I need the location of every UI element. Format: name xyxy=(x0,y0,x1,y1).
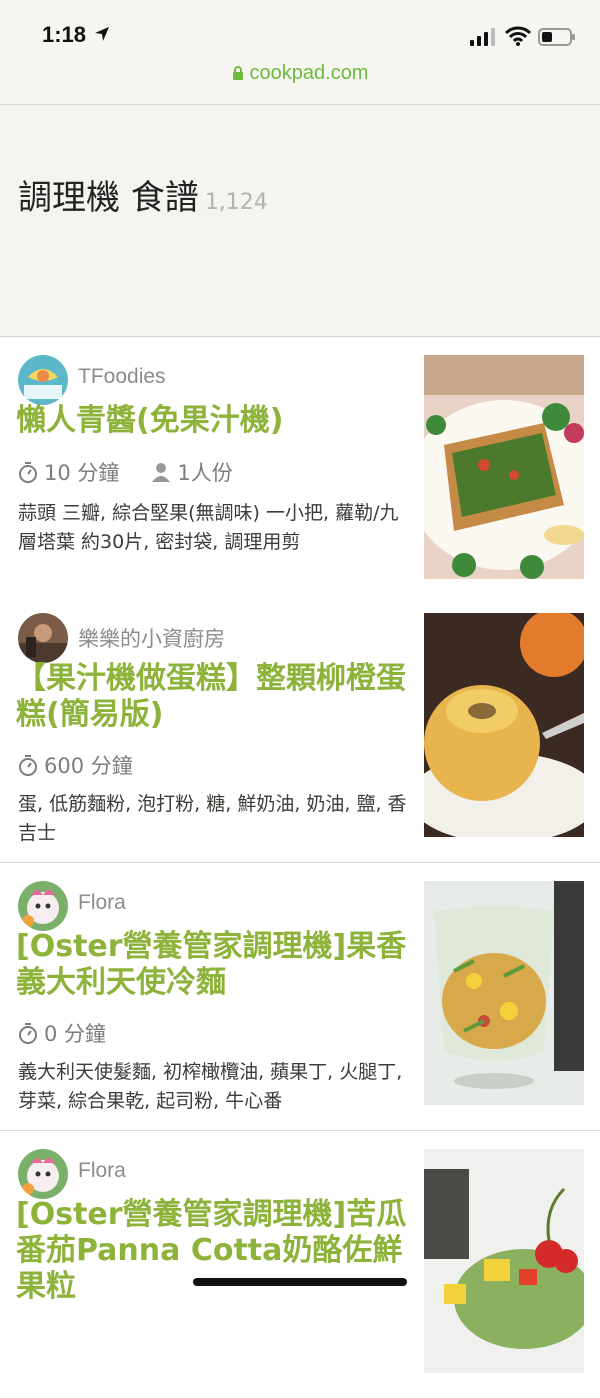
cook-time: 600 分鐘 xyxy=(18,750,133,780)
ingredients-preview: 蒜頭 三瓣, 綜合堅果(無調味) 一小把, 蘿勒/九層塔葉 約30片, 密封袋,… xyxy=(18,502,399,553)
address-bar[interactable]: cookpad.com xyxy=(0,62,600,85)
page-header xyxy=(0,105,600,337)
author-photo-icon xyxy=(18,613,68,663)
author-name[interactable]: Flora xyxy=(78,891,126,915)
author-avatar[interactable] xyxy=(18,613,68,663)
recipe-title[interactable]: 懶人青醬(免果汁機) xyxy=(16,403,408,439)
url-text: cookpad.com xyxy=(249,62,369,84)
orange-bundt-cake-image xyxy=(424,613,584,837)
pasta-glass-image xyxy=(424,881,584,1105)
stopwatch-icon xyxy=(19,1023,37,1044)
recipe-meta: 0 分鐘 xyxy=(18,1018,138,1048)
recipe-photo[interactable] xyxy=(424,1149,584,1373)
recipe-card[interactable]: Flora [Oster營養管家調理機]果香義大利天使冷麵 0 分鐘 義大利天使… xyxy=(0,863,600,1131)
home-indicator[interactable] xyxy=(193,1278,407,1286)
cook-time: 0 分鐘 xyxy=(18,1018,106,1048)
battery-icon xyxy=(538,28,575,46)
recipe-card[interactable]: TFoodies 懶人青醬(免果汁機) 10 分鐘 1人份 蒜頭 三瓣, 綜合堅… xyxy=(0,337,600,605)
recipe-photo[interactable] xyxy=(424,613,584,837)
cook-time-text: 10 分鐘 xyxy=(44,461,120,485)
cook-time-text: 0 分鐘 xyxy=(44,1022,107,1046)
recipe-card[interactable]: 樂樂的小資廚房 【果汁機做蛋糕】整顆柳橙蛋糕(簡易版) 600 分鐘 蛋, 低筋… xyxy=(0,595,600,863)
author-name[interactable]: Flora xyxy=(78,1159,126,1183)
page-title-text: 調理機 食譜 xyxy=(18,178,199,218)
cook-time: 10 分鐘 xyxy=(18,457,119,487)
pesto-toast-image xyxy=(424,355,584,579)
cook-time-text: 600 分鐘 xyxy=(44,754,133,778)
recipe-photo[interactable] xyxy=(424,355,584,579)
recipe-title[interactable]: [Oster營養管家調理機]苦瓜番茄Panna Cotta奶酪佐鮮果粒 xyxy=(16,1197,408,1305)
location-arrow-icon xyxy=(95,27,109,41)
page-title: 調理機 食譜 1,124 xyxy=(18,170,268,219)
author-name[interactable]: 樂樂的小資廚房 xyxy=(78,623,225,653)
browser-top-bar: 1:18 cookpad.com xyxy=(0,0,600,105)
ingredients-preview: 義大利天使髮麵, 初榨橄欖油, 蘋果丁, 火腿丁, 芽菜, 綜合果乾, 起司粉,… xyxy=(18,1061,403,1112)
recipe-title[interactable]: [Oster營養管家調理機]果香義大利天使冷麵 xyxy=(16,929,408,1001)
ingredients-preview: 蛋, 低筋麵粉, 泡打粉, 糖, 鮮奶油, 奶油, 鹽, 香吉士 xyxy=(18,793,407,844)
character-avatar-icon xyxy=(18,881,68,931)
cellular-signal-icon xyxy=(470,28,495,46)
tfoodies-logo-icon xyxy=(18,355,68,405)
recipe-meta: 10 分鐘 1人份 xyxy=(18,457,265,487)
recipe-card[interactable]: Flora [Oster營養管家調理機]苦瓜番茄Panna Cotta奶酪佐鮮果… xyxy=(0,1131,600,1398)
author-avatar[interactable] xyxy=(18,355,68,405)
recipe-title[interactable]: 【果汁機做蛋糕】整顆柳橙蛋糕(簡易版) xyxy=(16,661,408,733)
recipe-photo[interactable] xyxy=(424,881,584,1105)
stopwatch-icon xyxy=(19,755,37,776)
servings: 1人份 xyxy=(151,457,233,487)
author-name[interactable]: TFoodies xyxy=(78,365,166,389)
lock-icon xyxy=(232,66,243,80)
author-avatar[interactable] xyxy=(18,1149,68,1199)
status-time: 1:18 xyxy=(42,22,87,47)
servings-text: 1人份 xyxy=(177,461,233,485)
result-count: 1,124 xyxy=(204,190,268,215)
wifi-icon xyxy=(505,26,531,46)
panna-cotta-image xyxy=(424,1149,584,1373)
person-icon xyxy=(152,463,171,482)
character-avatar-icon xyxy=(18,1149,68,1199)
recipe-meta: 600 分鐘 xyxy=(18,750,165,780)
stopwatch-icon xyxy=(19,462,37,483)
author-avatar[interactable] xyxy=(18,881,68,931)
